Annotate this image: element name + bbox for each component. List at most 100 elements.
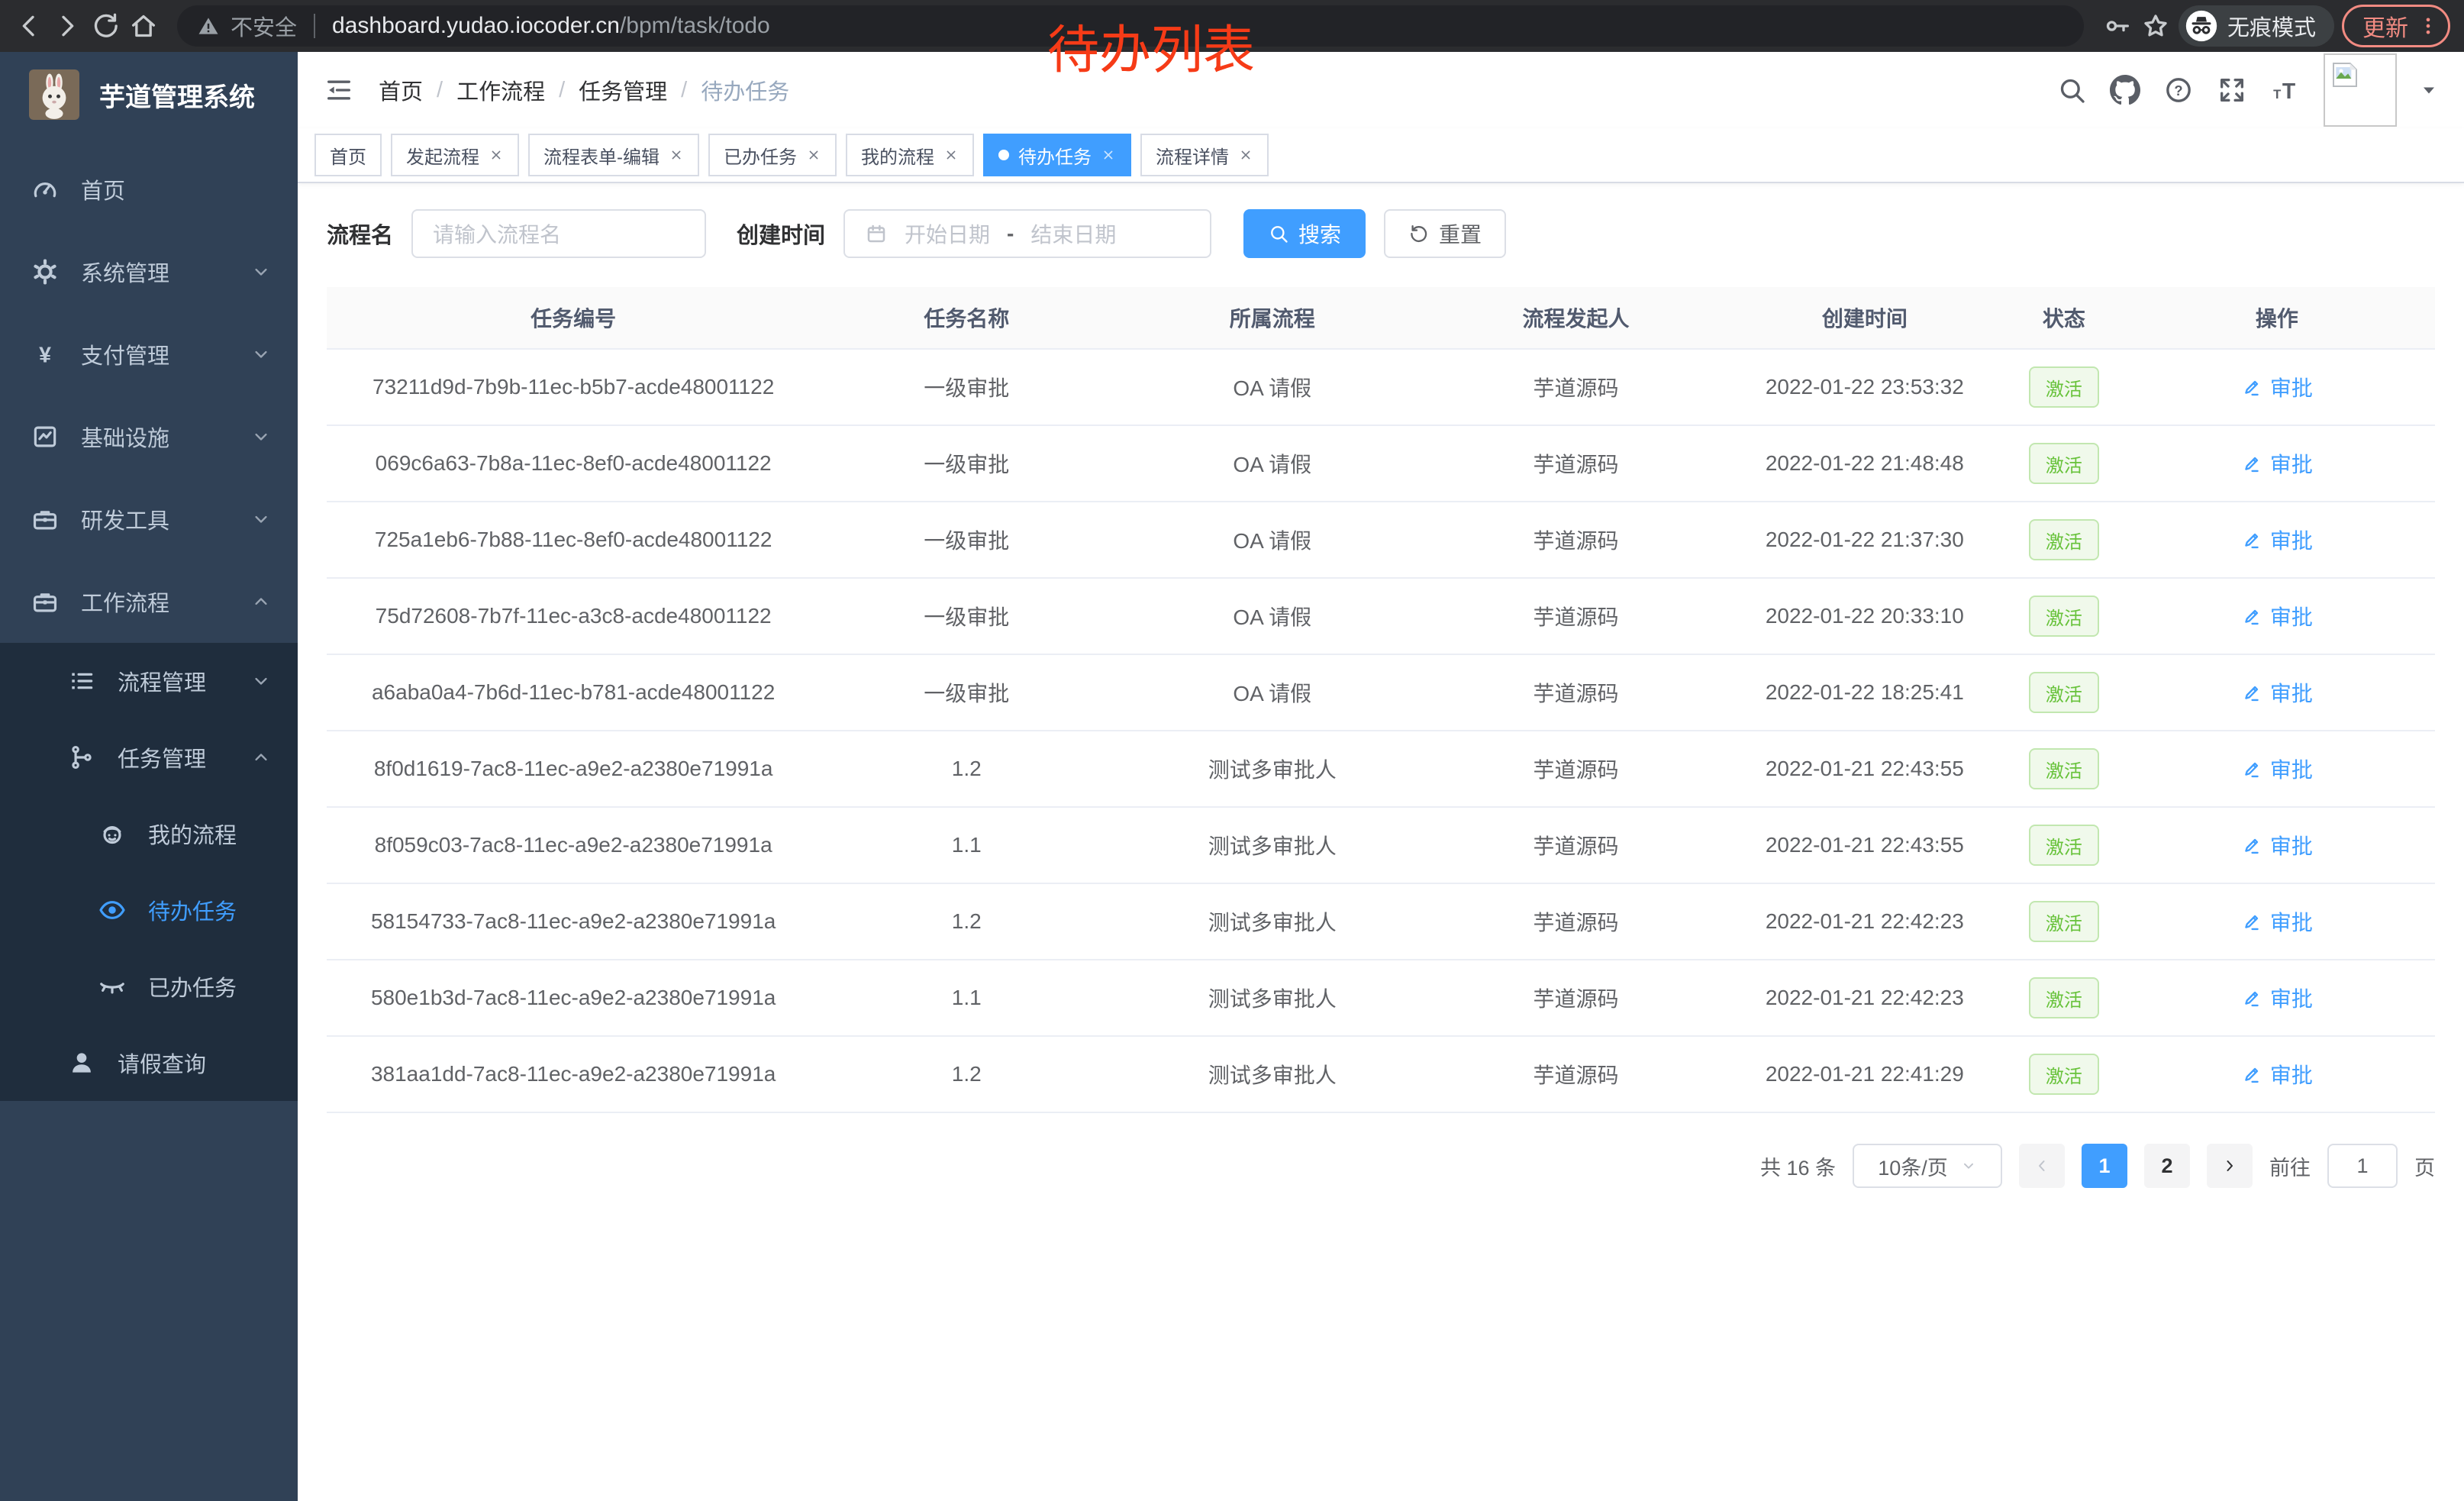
sidebar-item-todo-task[interactable]: 待办任务 (0, 872, 298, 948)
approve-link[interactable]: 审批 (2241, 525, 2313, 555)
table-row: 8f059c03-7ac8-11ec-a9e2-a2380e71991a1.1测… (327, 807, 2435, 883)
breadcrumb-item[interactable]: 首页 (379, 74, 423, 106)
sidebar-item-label: 研发工具 (81, 503, 169, 535)
search-button[interactable]: 搜索 (1243, 209, 1366, 258)
sidebar-item-process-mgmt[interactable]: 流程管理 (0, 643, 298, 719)
avatar[interactable] (2324, 53, 2397, 127)
sidebar-item-label: 待办任务 (148, 894, 237, 926)
page-content: 流程名 请输入流程名 创建时间 开始日期 - 结束日期 搜索 重置 (298, 183, 2464, 1188)
sidebar-item-home[interactable]: 首页 (0, 148, 298, 231)
cell-process: 测试多审批人 (1113, 960, 1431, 1036)
page-button-2[interactable]: 2 (2144, 1144, 2190, 1188)
cell-create-time: 2022-01-21 22:42:23 (1721, 883, 2009, 960)
cell-create-time: 2022-01-21 22:43:55 (1721, 807, 2009, 883)
bookmark-star-icon[interactable] (2140, 11, 2171, 41)
app-logo[interactable]: 芋道管理系统 (0, 52, 298, 137)
tab-首页[interactable]: 首页 (314, 134, 382, 176)
create-time-range-picker[interactable]: 开始日期 - 结束日期 (843, 209, 1211, 258)
sidebar-item-my-process[interactable]: 我的流程 (0, 796, 298, 872)
tab-发起流程[interactable]: 发起流程 (391, 134, 519, 176)
sidebar-item-task-mgmt[interactable]: 任务管理 (0, 719, 298, 796)
close-icon[interactable] (1101, 147, 1116, 163)
sidebar-item-label: 基础设施 (81, 421, 169, 453)
goto-page-input[interactable]: 1 (2327, 1144, 2398, 1188)
table-row: 069c6a63-7b8a-11ec-8ef0-acde48001122一级审批… (327, 425, 2435, 502)
column-header: 状态 (2009, 287, 2119, 349)
close-icon[interactable] (489, 147, 504, 163)
cell-create-time: 2022-01-21 22:41:29 (1721, 1036, 2009, 1112)
back-icon[interactable] (14, 11, 44, 41)
reset-button[interactable]: 重置 (1384, 209, 1506, 258)
tab-流程详情[interactable]: 流程详情 (1140, 134, 1269, 176)
cell-process: 测试多审批人 (1113, 883, 1431, 960)
reload-icon[interactable] (90, 11, 121, 41)
approve-link[interactable]: 审批 (2241, 754, 2313, 784)
close-icon[interactable] (1238, 147, 1253, 163)
approve-link[interactable]: 审批 (2241, 983, 2313, 1013)
approve-link[interactable]: 审批 (2241, 906, 2313, 937)
close-icon[interactable] (943, 147, 959, 163)
sidebar-item-leave-query[interactable]: 请假查询 (0, 1025, 298, 1101)
chevron-up-icon (250, 747, 272, 768)
security-label: 不安全 (231, 10, 297, 42)
approve-link[interactable]: 审批 (2241, 448, 2313, 479)
forward-icon[interactable] (52, 11, 82, 41)
kebab-menu-icon[interactable] (2417, 15, 2439, 37)
prev-page-button[interactable] (2019, 1144, 2065, 1188)
page-size-value: 10条/页 (1878, 1151, 1948, 1181)
caret-down-icon[interactable] (2420, 81, 2438, 99)
address-bar[interactable]: 不安全 dashboard.yudao.iocoder.cn/bpm/task/… (177, 5, 2084, 47)
breadcrumb-item[interactable]: 任务管理 (579, 74, 667, 106)
edit-icon (2241, 834, 2262, 856)
chevron-down-icon (250, 426, 272, 447)
sidebar-item-done-task[interactable]: 已办任务 (0, 948, 298, 1025)
approve-link[interactable]: 审批 (2241, 1059, 2313, 1089)
sidebar-item-system[interactable]: 系统管理 (0, 231, 298, 313)
font-size-icon[interactable]: TT (2270, 75, 2301, 105)
home-icon[interactable] (128, 11, 159, 41)
help-icon[interactable]: ? (2163, 75, 2194, 105)
update-button[interactable]: 更新 (2342, 5, 2450, 47)
chevron-down-icon (250, 261, 272, 282)
next-page-button[interactable] (2207, 1144, 2253, 1188)
process-name-input[interactable]: 请输入流程名 (411, 209, 706, 258)
incognito-icon (2185, 9, 2218, 43)
cell-task-id: 381aa1dd-7ac8-11ec-a9e2-a2380e71991a (327, 1036, 820, 1112)
edit-icon (2241, 682, 2262, 703)
tab-label: 首页 (330, 142, 366, 169)
page-size-select[interactable]: 10条/页 (1853, 1144, 2002, 1188)
close-icon[interactable] (806, 147, 821, 163)
tab-我的流程[interactable]: 我的流程 (846, 134, 974, 176)
sidebar-item-infrastructure[interactable]: 基础设施 (0, 395, 298, 478)
tab-已办任务[interactable]: 已办任务 (708, 134, 837, 176)
sidebar-item-label: 工作流程 (81, 586, 169, 618)
breadcrumb-item[interactable]: 工作流程 (456, 74, 545, 106)
approve-link[interactable]: 审批 (2241, 372, 2313, 402)
fullscreen-icon[interactable] (2217, 75, 2247, 105)
sidebar-item-label: 我的流程 (148, 818, 237, 850)
chevron-down-icon (250, 670, 272, 692)
search-icon[interactable] (2056, 75, 2087, 105)
github-icon[interactable] (2110, 75, 2140, 105)
approve-link[interactable]: 审批 (2241, 601, 2313, 631)
key-icon[interactable] (2102, 11, 2133, 41)
sidebar-item-payment[interactable]: ¥支付管理 (0, 313, 298, 395)
sidebar-item-workflow[interactable]: 工作流程 (0, 560, 298, 643)
close-icon[interactable] (669, 147, 684, 163)
cell-starter: 芋道源码 (1431, 960, 1720, 1036)
page-button-1[interactable]: 1 (2082, 1144, 2127, 1188)
tab-待办任务[interactable]: 待办任务 (983, 134, 1131, 176)
cell-create-time: 2022-01-22 18:25:41 (1721, 654, 2009, 731)
approve-link[interactable]: 审批 (2241, 830, 2313, 860)
tab-label: 流程表单-编辑 (543, 142, 660, 169)
cell-process: OA 请假 (1113, 654, 1431, 731)
cell-task-id: 8f059c03-7ac8-11ec-a9e2-a2380e71991a (327, 807, 820, 883)
approve-link[interactable]: 审批 (2241, 677, 2313, 708)
sidebar-item-devtools[interactable]: 研发工具 (0, 478, 298, 560)
approve-link-label: 审批 (2270, 906, 2313, 937)
sidebar-collapse-icon[interactable] (324, 75, 354, 105)
warning-icon[interactable] (197, 15, 220, 37)
pagination: 共 16 条 10条/页 12 前往 1 页 (327, 1144, 2435, 1188)
tab-流程表单-编辑[interactable]: 流程表单-编辑 (528, 134, 699, 176)
edit-icon (2241, 529, 2262, 550)
